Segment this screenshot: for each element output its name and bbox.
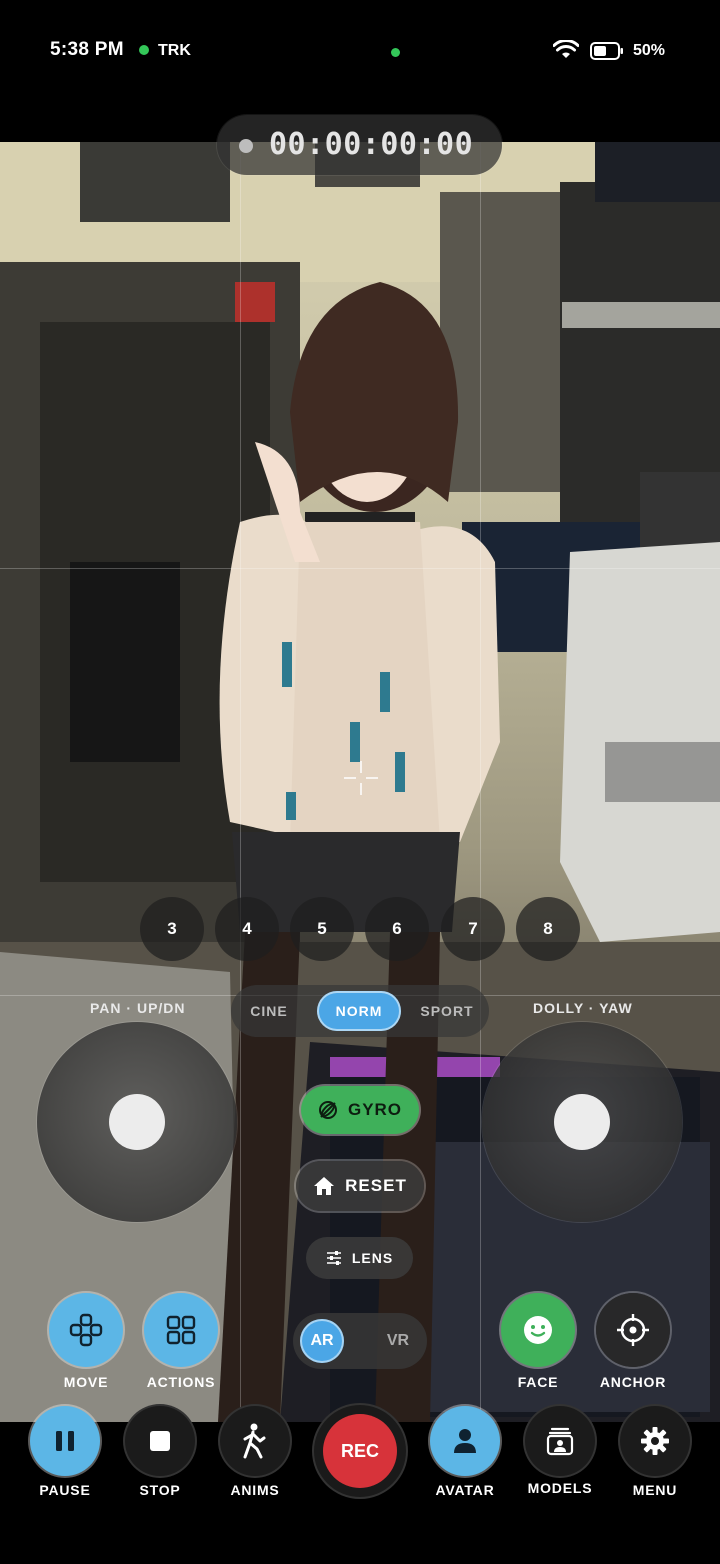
camera-preset-8[interactable]: 8	[516, 897, 580, 961]
center-reticle-icon	[344, 761, 378, 795]
pause-button[interactable]	[30, 1406, 100, 1476]
dpad-icon	[69, 1313, 103, 1347]
grid-line-horizontal	[0, 568, 720, 569]
pause-label: PAUSE	[39, 1482, 91, 1498]
crosshair-icon	[617, 1314, 649, 1346]
dolly-yaw-joystick[interactable]	[482, 1022, 682, 1222]
ar-option[interactable]: AR	[300, 1319, 344, 1363]
avatar-button[interactable]	[430, 1406, 500, 1476]
actions-button[interactable]	[144, 1293, 218, 1367]
motion-mode-selector: CINE NORM SPORT	[231, 985, 489, 1037]
home-icon	[314, 1177, 335, 1195]
portrait-stack-icon	[546, 1427, 574, 1456]
camera-preset-6[interactable]: 6	[365, 897, 429, 961]
pan-updown-joystick[interactable]	[37, 1022, 237, 1222]
record-label: REC	[323, 1414, 397, 1488]
person-icon	[454, 1429, 476, 1453]
anchor-button[interactable]	[596, 1293, 670, 1367]
sliders-icon	[326, 1251, 341, 1265]
walking-figure-icon	[243, 1423, 266, 1459]
joystick-knob[interactable]	[109, 1094, 165, 1150]
recording-status-dot	[239, 139, 253, 153]
anims-label: ANIMS	[230, 1482, 280, 1498]
menu-button[interactable]	[620, 1406, 690, 1476]
vr-option[interactable]: VR	[376, 1319, 420, 1363]
record-button[interactable]: REC	[314, 1405, 406, 1497]
stop-icon	[150, 1431, 170, 1451]
smile-icon	[524, 1316, 552, 1344]
grid-icon	[166, 1315, 196, 1345]
models-button[interactable]	[525, 1406, 595, 1476]
lens-button[interactable]: LENS	[306, 1237, 413, 1279]
gyro-label: GYRO	[347, 1100, 403, 1119]
mode-cine[interactable]: CINE	[237, 991, 301, 1031]
move-label: MOVE	[63, 1374, 109, 1390]
mode-sport[interactable]: SPORT	[413, 991, 481, 1031]
gyro-icon	[318, 1101, 337, 1119]
face-button[interactable]	[501, 1293, 575, 1367]
camera-preset-3[interactable]: 3	[140, 897, 204, 961]
wifi-icon	[553, 40, 579, 58]
stop-label: STOP	[139, 1482, 181, 1498]
grid-line-vertical	[240, 142, 241, 1422]
pan-joystick-label: PAN · UP/DN	[90, 1000, 186, 1016]
anims-button[interactable]	[220, 1406, 290, 1476]
gear-icon	[641, 1427, 669, 1455]
reset-label: RESET	[345, 1176, 407, 1195]
menu-label: MENU	[632, 1482, 678, 1498]
camera-in-use-dot	[391, 48, 400, 57]
timecode-display: 00:00:00:00	[217, 115, 502, 175]
grid-line-vertical	[480, 142, 481, 1422]
mode-norm[interactable]: NORM	[317, 991, 401, 1031]
camera-preset-4[interactable]: 4	[215, 897, 279, 961]
joystick-knob[interactable]	[554, 1094, 610, 1150]
reset-button[interactable]: RESET	[296, 1161, 424, 1211]
battery-percent: 50%	[633, 42, 666, 59]
camera-preset-5[interactable]: 5	[290, 897, 354, 961]
ar-vr-toggle: AR VR	[293, 1313, 427, 1369]
tracking-indicator-dot	[139, 45, 149, 55]
stop-button[interactable]	[125, 1406, 195, 1476]
ar-camera-view[interactable]	[0, 142, 720, 1422]
gyro-button[interactable]: GYRO	[301, 1086, 419, 1134]
tracking-label: TRK	[158, 42, 191, 59]
actions-label: ACTIONS	[146, 1374, 216, 1390]
camera-preset-7[interactable]: 7	[441, 897, 505, 961]
move-button[interactable]	[49, 1293, 123, 1367]
avatar-label: AVATAR	[435, 1482, 495, 1498]
face-label: FACE	[517, 1374, 559, 1390]
anchor-label: ANCHOR	[599, 1374, 667, 1390]
dolly-joystick-label: DOLLY · YAW	[533, 1000, 633, 1016]
timecode-text: 00:00:00:00	[269, 127, 474, 162]
battery-icon	[590, 42, 623, 60]
pause-icon	[56, 1431, 74, 1451]
lens-label: LENS	[351, 1250, 394, 1266]
models-label: MODELS	[527, 1480, 593, 1496]
status-time: 5:38 PM	[50, 39, 124, 60]
